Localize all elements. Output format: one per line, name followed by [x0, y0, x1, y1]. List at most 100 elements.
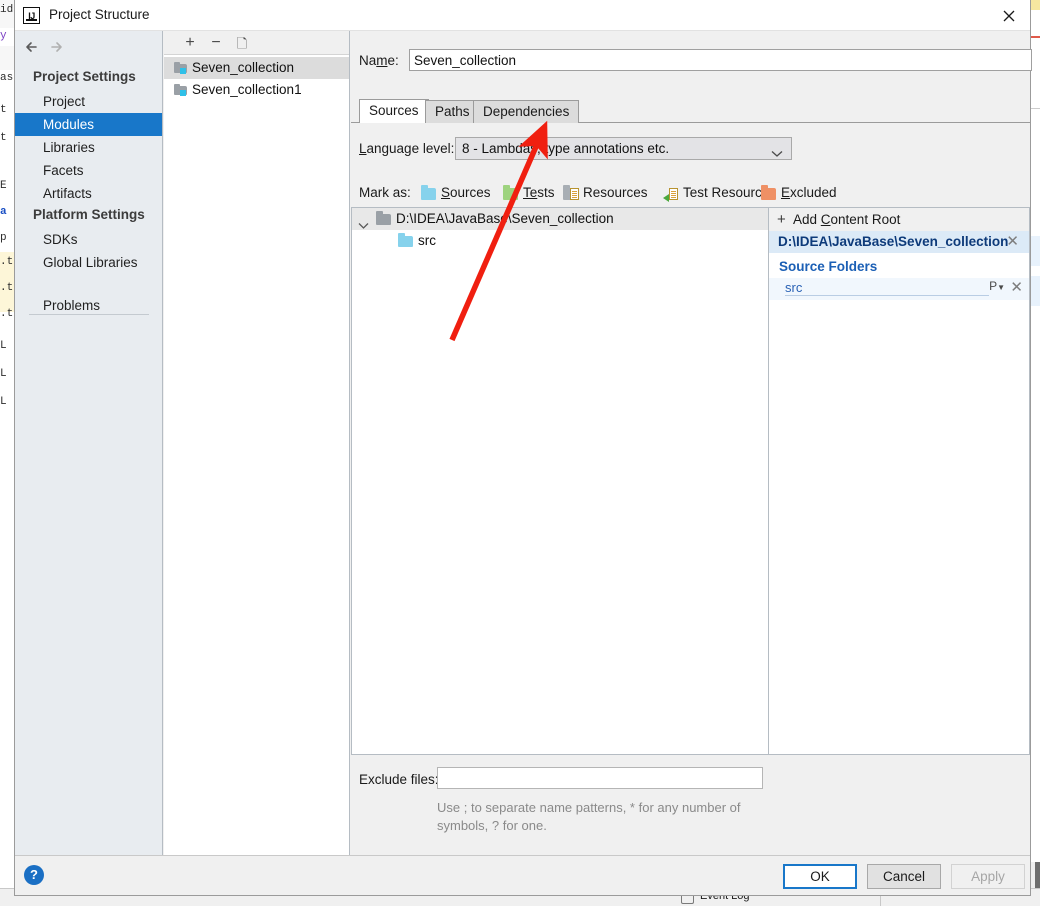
folder-sources-icon — [421, 185, 436, 200]
folder-gray-icon — [376, 211, 391, 225]
resources-lines-icon — [669, 188, 678, 200]
sidebar-group-platform-settings: Platform Settings — [33, 207, 145, 222]
sidebar-item-label: Global Libraries — [43, 255, 138, 270]
tab-label: Paths — [435, 104, 470, 119]
sidebar-item-label: Facets — [43, 163, 84, 178]
sidebar-group-project-settings: Project Settings — [33, 69, 136, 84]
intellij-idea-icon: IJ — [23, 7, 40, 24]
background-editor-right-strip — [1031, 0, 1040, 906]
chevron-down-icon — [771, 146, 783, 161]
sidebar-nav-arrows — [15, 31, 163, 63]
sidebar-item-facets[interactable]: Facets — [15, 159, 162, 182]
sidebar-item-global-libraries[interactable]: Global Libraries — [15, 251, 162, 274]
content-root-tree[interactable]: D:\IDEA\JavaBase\Seven_collection src — [351, 207, 769, 755]
screen: id y as t t E a p .t .t .t L L L Event L… — [0, 0, 1040, 906]
background-editor-left-strip: id y as t t E a p .t .t .t L L L — [0, 0, 14, 906]
sidebar-item-modules[interactable]: Modules — [15, 113, 162, 136]
module-icon — [174, 84, 188, 96]
modules-toolbar: + − 🗋 — [164, 31, 349, 55]
source-folder-underline — [785, 295, 989, 296]
content-root-path: D:\IDEA\JavaBase\Seven_collection — [396, 211, 614, 226]
dialog-footer: ? OK Cancel Apply — [15, 855, 1030, 895]
exclude-files-hint: Use ; to separate name patterns, * for a… — [437, 800, 741, 833]
module-editor-panel: Name: Sources Paths Dependencies Languag… — [351, 31, 1032, 855]
tab-dependencies[interactable]: Dependencies — [473, 100, 580, 123]
tab-sources[interactable]: Sources — [359, 99, 429, 123]
dialog-title-bar: IJ Project Structure — [15, 0, 1030, 31]
arrow-right-icon[interactable] — [47, 38, 69, 56]
sidebar-item-label: Modules — [43, 117, 95, 132]
dialog-title: Project Structure — [49, 7, 150, 22]
language-level-select[interactable]: 8 - Lambdas, type annotations etc. — [455, 137, 792, 160]
source-folder-row[interactable]: src P▼ ✕ — [769, 278, 1029, 300]
modules-list-panel: + − 🗋 Seven_collection Seven_collection1 — [164, 31, 350, 855]
package-prefix-icon[interactable]: P▼ — [989, 279, 1005, 293]
add-content-root-label: Add Content Root — [793, 212, 901, 227]
language-level-row: Language level: 8 - Lambdas, type annota… — [351, 135, 1030, 163]
mark-as-option-label: Sources — [441, 185, 491, 200]
sidebar-item-label: Libraries — [43, 140, 95, 155]
minus-icon: − — [211, 34, 221, 51]
mark-as-option-label: Tests — [523, 185, 555, 200]
cancel-button[interactable]: Cancel — [867, 864, 941, 889]
sidebar-item-artifacts[interactable]: Artifacts — [15, 182, 162, 205]
module-list-item[interactable]: Seven_collection1 — [164, 79, 349, 101]
plus-icon: + — [185, 34, 195, 51]
source-roots-empty-area — [769, 300, 1029, 754]
project-structure-dialog: IJ Project Structure Project Settings Pr… — [14, 0, 1032, 896]
folder-tests-icon — [503, 185, 518, 200]
sidebar-item-project[interactable]: Project — [15, 90, 162, 113]
folder-excluded-icon — [761, 185, 776, 200]
sidebar-item-label: Artifacts — [43, 186, 92, 201]
source-folders-title: Source Folders — [779, 259, 878, 274]
exclude-files-label: Exclude files: — [359, 772, 439, 787]
module-tabs: Sources Paths Dependencies — [351, 99, 1030, 123]
module-name-row: Name: — [351, 39, 1032, 71]
tab-paths[interactable]: Paths — [425, 100, 480, 123]
close-icon[interactable] — [994, 4, 1024, 28]
module-name-input[interactable] — [409, 49, 1032, 71]
module-name-label: Name: — [359, 53, 399, 68]
resources-lines-icon — [570, 188, 579, 200]
sidebar-item-problems[interactable]: Problems — [15, 294, 162, 317]
content-root-header-path: D:\IDEA\JavaBase\Seven_collection — [778, 234, 1009, 249]
add-content-root-button[interactable]: + Add Content Root — [769, 208, 1029, 231]
mark-as-label: Mark as: — [359, 185, 411, 200]
sidebar-item-label: Problems — [43, 298, 101, 313]
help-icon[interactable]: ? — [24, 865, 44, 885]
copy-module-button[interactable]: 🗋 — [232, 34, 252, 52]
exclude-files-input[interactable] — [437, 767, 763, 789]
content-root-header: D:\IDEA\JavaBase\Seven_collection ✕ — [769, 231, 1029, 253]
mark-as-option-label: Excluded — [781, 185, 837, 200]
close-icon[interactable]: ✕ — [1006, 231, 1019, 253]
ok-button[interactable]: OK — [783, 864, 857, 889]
language-level-value: 8 - Lambdas, type annotations etc. — [462, 141, 670, 156]
sidebar-item-label: SDKs — [43, 232, 78, 247]
apply-button: Apply — [951, 864, 1025, 889]
mark-as-row: Mark as: Sources Tests Resources Test Re… — [351, 183, 1030, 205]
module-icon — [174, 62, 188, 74]
language-level-label: Language level: — [359, 141, 455, 156]
tree-row-content-root[interactable]: D:\IDEA\JavaBase\Seven_collection — [352, 208, 768, 230]
remove-module-button[interactable]: − — [206, 34, 226, 52]
add-module-button[interactable]: + — [180, 34, 200, 52]
sidebar-item-sdks[interactable]: SDKs — [15, 228, 162, 251]
tab-label: Dependencies — [483, 104, 570, 119]
sidebar-item-label: Project — [43, 94, 86, 109]
sidebar-item-libraries[interactable]: Libraries — [15, 136, 162, 159]
plus-icon: + — [777, 211, 786, 228]
module-name: Seven_collection — [192, 60, 295, 75]
tab-label: Sources — [369, 103, 419, 118]
mark-as-option-label: Resources — [583, 185, 648, 200]
module-list-item[interactable]: Seven_collection — [164, 57, 349, 79]
settings-sidebar: Project Settings Project Modules Librari… — [15, 31, 163, 855]
close-icon[interactable]: ✕ — [1010, 278, 1023, 296]
module-name: Seven_collection1 — [192, 82, 302, 97]
tree-node-label: src — [418, 233, 436, 248]
copy-icon: 🗋 — [236, 35, 248, 51]
source-roots-panel: + Add Content Root D:\IDEA\JavaBase\Seve… — [769, 207, 1030, 755]
folder-blue-icon — [398, 233, 413, 247]
tree-row-src[interactable]: src — [352, 230, 768, 252]
exclude-files-row: Exclude files: — [351, 767, 769, 793]
arrow-left-icon[interactable] — [23, 38, 45, 56]
